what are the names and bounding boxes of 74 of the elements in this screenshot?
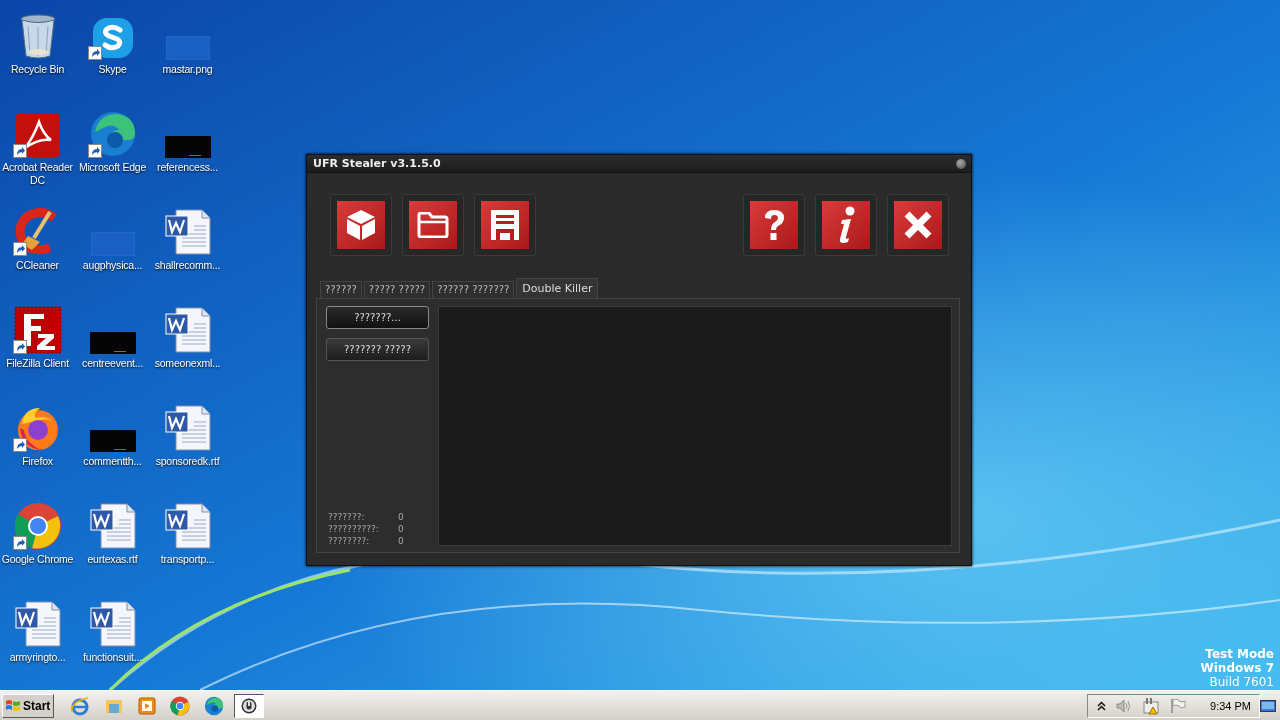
word-document-icon bbox=[163, 306, 212, 354]
file-thumbnail-icon bbox=[164, 136, 211, 158]
windows-logo-icon bbox=[5, 698, 21, 713]
stat-value: 0 bbox=[398, 524, 405, 534]
desktop-icon-label[interactable]: Recycle Bin bbox=[10, 63, 65, 76]
desktop-icon-label[interactable]: eurtexas.rtf bbox=[87, 553, 138, 566]
tab[interactable]: ?????? ??????? bbox=[432, 281, 515, 298]
word-document-icon bbox=[163, 208, 212, 256]
word-document-icon bbox=[88, 600, 137, 648]
tab[interactable]: Double Killer bbox=[516, 278, 599, 298]
tab[interactable]: ?????? bbox=[320, 281, 362, 298]
action-button[interactable]: ??????? ????? bbox=[326, 338, 429, 361]
chrome-icon bbox=[13, 502, 62, 550]
cube-button[interactable] bbox=[330, 194, 392, 256]
desktop-icon-label[interactable]: Google Chrome bbox=[1, 553, 74, 566]
stat-label: ????????: bbox=[328, 536, 371, 546]
show-desktop-icon[interactable] bbox=[1260, 699, 1276, 712]
desktop-icon-label[interactable]: commentth... bbox=[83, 455, 142, 468]
desktop-icon-label[interactable]: FileZilla Client bbox=[6, 357, 69, 370]
desktop-icon-label[interactable]: Firefox bbox=[22, 455, 53, 468]
folder-icon bbox=[417, 212, 449, 238]
desktop-icon-label[interactable]: shallrecomm... bbox=[154, 259, 221, 272]
help-icon bbox=[763, 209, 785, 241]
window-menu-knob[interactable] bbox=[956, 158, 966, 169]
os-notice-text: Windows 7 bbox=[1200, 661, 1274, 675]
close-icon bbox=[903, 210, 933, 240]
power-icon bbox=[241, 697, 257, 714]
filezilla-icon bbox=[13, 306, 62, 354]
media-player-icon[interactable] bbox=[138, 696, 156, 715]
desktop-icon-label[interactable]: Acrobat Reader DC bbox=[0, 161, 75, 187]
os-notice-text: Build 7601 bbox=[1209, 675, 1274, 689]
chrome-icon[interactable] bbox=[170, 695, 190, 716]
save-button[interactable] bbox=[474, 194, 536, 256]
desktop-icon-label[interactable]: CCleaner bbox=[16, 259, 59, 272]
speaker-icon[interactable] bbox=[1116, 697, 1133, 714]
internet-explorer-icon[interactable] bbox=[70, 695, 90, 716]
stat-value: 0 bbox=[398, 536, 405, 546]
desktop-icon-label[interactable]: Skype bbox=[98, 63, 127, 76]
desktop-icon-label[interactable]: armyringto... bbox=[9, 651, 66, 664]
stat-value: 0 bbox=[398, 512, 405, 522]
desktop-icon-label[interactable]: Microsoft Edge bbox=[78, 161, 147, 174]
taskbar-button[interactable] bbox=[234, 693, 264, 718]
word-document-icon bbox=[13, 600, 62, 648]
help-button[interactable] bbox=[743, 194, 805, 256]
tab[interactable]: ????? ????? bbox=[363, 281, 431, 298]
word-document-icon bbox=[88, 502, 137, 550]
desktop-icon-label[interactable]: someonexml... bbox=[154, 357, 221, 370]
file-thumbnail-icon bbox=[165, 36, 210, 60]
edge-icon bbox=[88, 110, 137, 158]
show-hidden-icons-icon[interactable] bbox=[1097, 700, 1107, 711]
stat-label: ???????: bbox=[328, 512, 366, 522]
desktop-icon-label[interactable]: sponsoredk.rtf bbox=[155, 455, 220, 468]
cube-icon bbox=[346, 209, 376, 241]
info-button[interactable] bbox=[815, 194, 877, 256]
close-button[interactable] bbox=[887, 194, 949, 256]
network-warning-icon[interactable] bbox=[1142, 696, 1161, 715]
file-thumbnail-icon bbox=[89, 332, 136, 354]
file-thumbnail-icon bbox=[89, 430, 136, 452]
desktop-icon-label[interactable]: augphysica... bbox=[82, 259, 143, 272]
stat-label: ??????????: bbox=[328, 524, 380, 534]
clock[interactable]: 9:34 PM bbox=[1210, 699, 1251, 712]
action-button[interactable]: ???????... bbox=[326, 306, 429, 329]
os-notice-text: Test Mode bbox=[1205, 647, 1274, 661]
desktop-icon-label[interactable]: centreevent... bbox=[82, 357, 143, 370]
folder-button[interactable] bbox=[402, 194, 464, 256]
window-title: UFR Stealer v3.1.5.0 bbox=[313, 157, 441, 170]
word-document-icon bbox=[163, 404, 212, 452]
desktop-icon-label[interactable]: mastar.png bbox=[162, 63, 213, 76]
edge-icon[interactable] bbox=[204, 695, 224, 716]
desktop-icon-label[interactable]: functionsuit... bbox=[83, 651, 142, 664]
desktop-icon-label[interactable]: referencess... bbox=[157, 161, 218, 174]
word-document-icon bbox=[163, 502, 212, 550]
start-button[interactable]: Start bbox=[2, 693, 54, 718]
desktop-icon-label[interactable]: transportp... bbox=[160, 553, 215, 566]
